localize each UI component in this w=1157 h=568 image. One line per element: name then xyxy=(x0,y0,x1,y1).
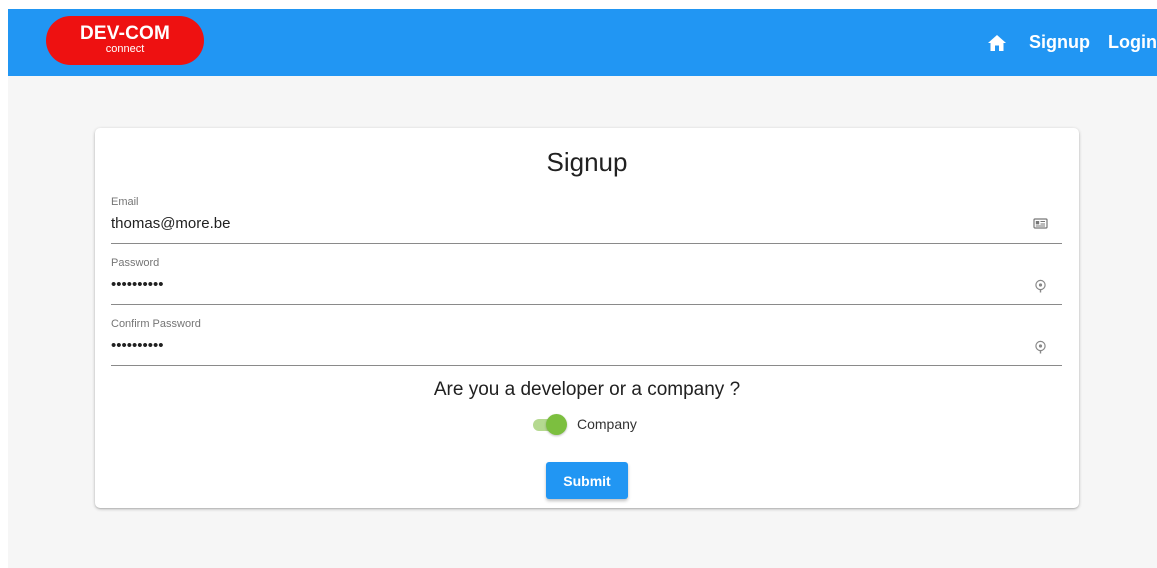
email-label: Email xyxy=(111,196,139,208)
id-card-icon xyxy=(1033,216,1048,231)
page: DEV-COM connect Signup Login Signup Emai… xyxy=(8,9,1157,568)
key-icon xyxy=(1033,340,1048,355)
nav-login-link[interactable]: Login xyxy=(1108,32,1157,53)
nav-links: Signup Login xyxy=(987,9,1157,76)
confirm-password-field: Confirm Password xyxy=(111,318,1062,366)
confirm-password-input[interactable] xyxy=(111,333,1011,357)
key-icon xyxy=(1033,279,1048,294)
logo-title: DEV-COM xyxy=(79,23,171,44)
confirm-password-underline xyxy=(111,365,1062,366)
email-input[interactable] xyxy=(111,211,1011,235)
email-underline xyxy=(111,243,1062,244)
home-icon[interactable] xyxy=(987,32,1009,54)
password-label: Password xyxy=(111,257,160,269)
signup-card: Signup Email Password Confirm Password xyxy=(95,128,1079,508)
toggle-switch[interactable] xyxy=(532,413,568,435)
account-type-question: Are you a developer or a company ? xyxy=(433,379,741,400)
password-input[interactable] xyxy=(111,272,1011,296)
top-navbar: DEV-COM connect Signup Login xyxy=(8,9,1157,76)
page-title: Signup xyxy=(546,147,628,177)
brand-logo[interactable]: DEV-COM connect xyxy=(46,16,204,65)
logo-subtitle: connect xyxy=(105,43,145,55)
password-field: Password xyxy=(111,257,1062,305)
account-type-toggle[interactable]: Company xyxy=(532,413,637,435)
submit-button[interactable]: Submit xyxy=(546,462,628,499)
nav-signup-link[interactable]: Signup xyxy=(1029,32,1090,53)
toggle-thumb xyxy=(546,414,567,435)
confirm-password-label: Confirm Password xyxy=(111,318,201,330)
email-field: Email xyxy=(111,196,1062,244)
password-underline xyxy=(111,304,1062,305)
toggle-label: Company xyxy=(577,416,637,432)
